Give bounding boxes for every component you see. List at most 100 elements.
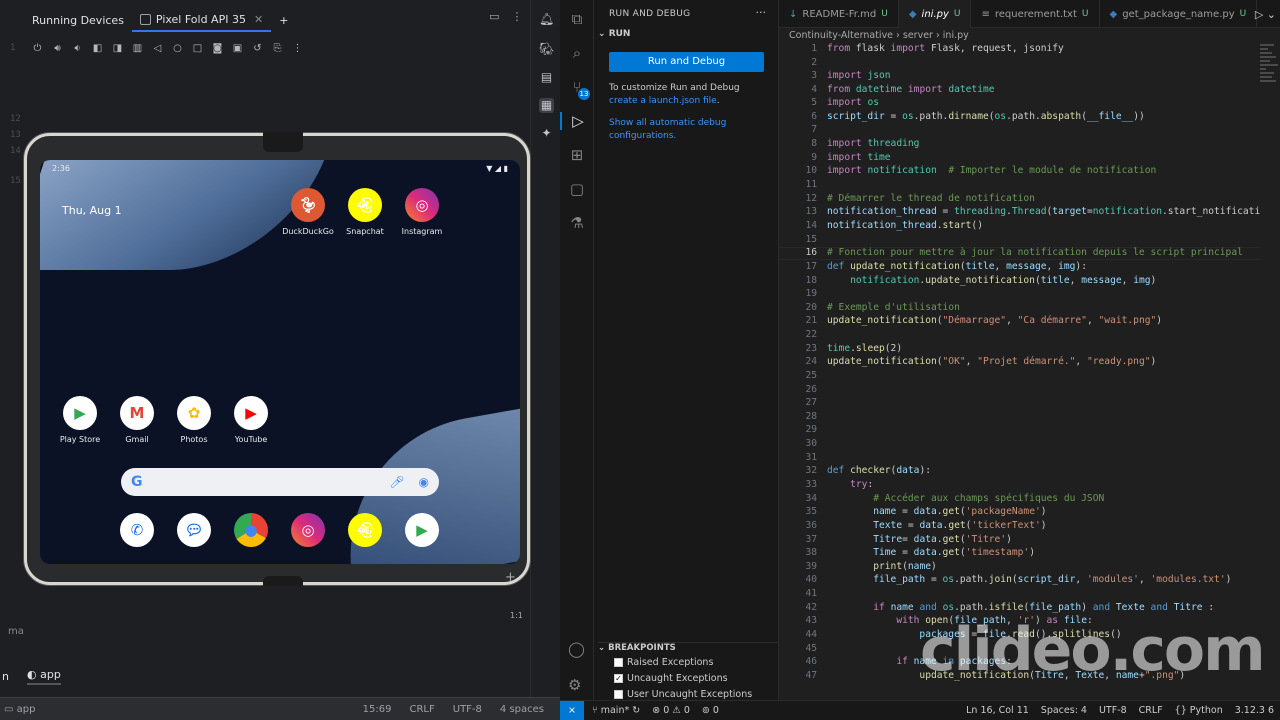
- run-desc-text: To customize Run and Debug: [609, 83, 740, 93]
- line-number: 40: [805, 574, 817, 585]
- status-ports[interactable]: ⊚ 0: [702, 705, 719, 716]
- tab-readme[interactable]: ↓ README-Fr.md U: [779, 0, 899, 28]
- app-gmail[interactable]: M Gmail: [109, 396, 165, 444]
- status-encoding[interactable]: UTF-8: [1099, 705, 1127, 716]
- google-search-bar[interactable]: G 🎤︎ ◉: [121, 468, 439, 496]
- rotate-right-icon[interactable]: ◨: [112, 43, 123, 54]
- lens-icon[interactable]: ◉: [419, 475, 429, 489]
- back-icon[interactable]: ◁: [152, 43, 163, 54]
- line-number: 36: [805, 520, 817, 531]
- volume-down-icon[interactable]: 🔉︎: [72, 43, 83, 54]
- checkbox[interactable]: [614, 658, 623, 667]
- create-launch-json-link[interactable]: create a launch.json file: [609, 96, 717, 106]
- search-icon[interactable]: ⌕: [568, 44, 586, 62]
- checkbox-checked[interactable]: ✓: [614, 674, 623, 683]
- account-icon[interactable]: ◯: [568, 640, 585, 658]
- rotate-left-icon[interactable]: ◧: [92, 43, 103, 54]
- tab-pixel-fold[interactable]: Pixel Fold API 35 ✕: [131, 8, 272, 32]
- snapchat-icon[interactable]: 👻︎: [348, 513, 382, 547]
- instagram-icon[interactable]: ◎: [291, 513, 325, 547]
- status-position[interactable]: 15:69: [363, 704, 392, 715]
- device-screen[interactable]: 2:36 ▼ ◢ ▮ Thu, Aug 1 🦆︎ DuckDuckGo 👻︎ S…: [40, 160, 520, 564]
- emulator-device-frame: 2:36 ▼ ◢ ▮ Thu, Aug 1 🦆︎ DuckDuckGo 👻︎ S…: [24, 132, 530, 586]
- chrome-icon[interactable]: ●: [234, 513, 268, 547]
- zoom-in-icon[interactable]: +: [505, 570, 516, 585]
- remote-explorer-icon[interactable]: ▢: [568, 180, 586, 198]
- more-options-icon[interactable]: ⋮: [292, 43, 303, 54]
- notifications-icon[interactable]: 🔔︎: [539, 12, 554, 27]
- screenshot-icon[interactable]: ◙: [212, 43, 223, 54]
- reset-icon[interactable]: ↺: [252, 43, 263, 54]
- breakpoint-user-uncaught[interactable]: User Uncaught Exceptions: [614, 689, 752, 700]
- gemini-icon[interactable]: ✦: [539, 126, 554, 141]
- breakpoint-raised[interactable]: Raised Exceptions: [614, 657, 713, 668]
- code-line: try:: [850, 479, 874, 490]
- app-snapchat[interactable]: 👻︎ Snapchat: [337, 188, 393, 236]
- remote-icon[interactable]: ⨯: [560, 700, 584, 720]
- date-widget[interactable]: Thu, Aug 1: [62, 204, 122, 217]
- line-number: 15: [805, 234, 817, 245]
- status-cursor[interactable]: Ln 16, Col 11: [966, 705, 1029, 716]
- fold-icon[interactable]: ▥: [132, 43, 143, 54]
- status-problems[interactable]: ⊗ 0 ⚠ 0: [652, 705, 690, 716]
- line-number: 32: [805, 465, 817, 476]
- zoom-actual-size[interactable]: 1:1: [510, 611, 523, 620]
- breakpoint-uncaught[interactable]: ✓ Uncaught Exceptions: [614, 673, 728, 684]
- status-python-version[interactable]: 3.12.3 6: [1235, 705, 1274, 716]
- explorer-icon[interactable]: ⧉: [568, 10, 586, 28]
- show-debug-configs-link[interactable]: Show all automatic debug configurations.: [609, 117, 769, 143]
- tab-label: get_package_name.py: [1122, 8, 1235, 20]
- snapshot-icon[interactable]: ⎘: [272, 43, 283, 54]
- app-duckduckgo[interactable]: 🦆︎ DuckDuckGo: [280, 188, 336, 236]
- app-play-store[interactable]: ▶ Play Store: [52, 396, 108, 444]
- run-file-icon[interactable]: ▷ ⌄: [1255, 8, 1276, 21]
- app-youtube[interactable]: ▶ YouTube: [223, 396, 279, 444]
- status-spaces[interactable]: Spaces: 4: [1041, 705, 1087, 716]
- run-and-debug-button[interactable]: Run and Debug: [609, 52, 764, 72]
- run-section-header[interactable]: ⌄ RUN: [598, 29, 630, 39]
- overview-icon[interactable]: □: [192, 43, 203, 54]
- app-photos[interactable]: ✿ Photos: [166, 396, 222, 444]
- gear-icon[interactable]: ⚙: [568, 676, 581, 694]
- tab-get-package-name[interactable]: ◆ get_package_name.py U: [1100, 0, 1258, 28]
- layout-icon[interactable]: ▭: [489, 10, 499, 23]
- checkbox[interactable]: [614, 690, 623, 699]
- close-icon[interactable]: ✕: [254, 13, 263, 26]
- status-line-ending[interactable]: CRLF: [409, 704, 434, 715]
- tab-running-devices[interactable]: Running Devices: [24, 8, 132, 32]
- testing-icon[interactable]: ⚗: [568, 214, 586, 232]
- status-eol[interactable]: CRLF: [1139, 705, 1163, 716]
- gradle-icon[interactable]: 🐘︎: [539, 42, 554, 57]
- messages-icon[interactable]: 💬︎: [177, 513, 211, 547]
- code-editor[interactable]: 1 from flask import Flask, request, jsoni…: [779, 42, 1269, 698]
- app-instagram[interactable]: ◎ Instagram: [394, 188, 450, 236]
- more-icon[interactable]: ···: [756, 6, 767, 19]
- more-icon[interactable]: ⋮: [512, 10, 523, 23]
- tool-tab-app[interactable]: ◐ app: [26, 668, 61, 685]
- run-section-label: RUN: [608, 29, 631, 39]
- breadcrumb[interactable]: Continuity-Alternative › server › ini.py: [789, 30, 969, 41]
- status-module[interactable]: ▭ app: [0, 704, 363, 715]
- tab-ini-py[interactable]: ◆ ini.py U: [898, 0, 972, 28]
- status-encoding[interactable]: UTF-8: [453, 704, 482, 715]
- tab-requerement[interactable]: ≡ requerement.txt U: [971, 0, 1100, 28]
- mic-icon[interactable]: 🎤︎: [389, 475, 404, 489]
- status-indent[interactable]: 4 spaces: [500, 704, 544, 715]
- minimap[interactable]: [1260, 42, 1280, 698]
- phone-icon[interactable]: ✆: [120, 513, 154, 547]
- device-manager-icon[interactable]: ▤: [539, 70, 554, 85]
- breakpoints-header[interactable]: ⌄ BREAKPOINTS: [598, 642, 779, 653]
- add-tab-button[interactable]: +: [271, 8, 296, 32]
- status-branch[interactable]: ⑂ main* ↻: [592, 705, 640, 716]
- play-store-icon[interactable]: ▶: [405, 513, 439, 547]
- power-icon[interactable]: ⏻: [32, 43, 43, 54]
- tool-tab[interactable]: n: [2, 670, 9, 683]
- running-devices-icon[interactable]: ▦: [539, 98, 554, 113]
- volume-up-icon[interactable]: 🔊︎: [52, 43, 63, 54]
- home-icon[interactable]: ○: [172, 43, 183, 54]
- run-debug-icon[interactable]: ▷: [560, 112, 594, 130]
- line-number: 4: [811, 84, 817, 95]
- record-icon[interactable]: ▣: [232, 43, 243, 54]
- status-language[interactable]: {} Python: [1175, 705, 1223, 716]
- extensions-icon[interactable]: ⊞: [568, 146, 586, 164]
